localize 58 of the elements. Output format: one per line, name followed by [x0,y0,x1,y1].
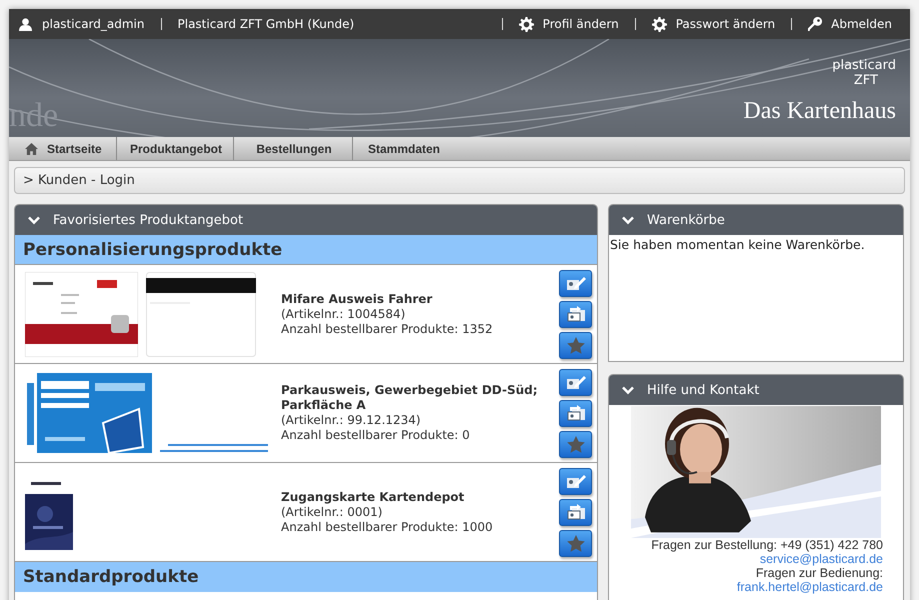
product-name: Zugangskarte Kartendepot [281,490,466,504]
chevron-icon[interactable] [622,386,634,394]
panel-title: Warenkörbe [647,212,725,228]
article-number: (Artikelnr.: 1004584) [281,306,406,322]
help-text: Fragen zur Bedienung: [754,566,883,580]
breadcrumb: > Kunden - Login [14,167,905,194]
id-card-arrow-icon [566,405,586,421]
star-icon [566,436,584,452]
product-count: Anzahl bestellbarer Produkte: 0 [281,428,471,443]
product-count: Anzahl bestellbarer Produkte: 1000 [281,520,494,534]
panel-title: Favorisiertes Produktangebot [53,212,244,228]
username: plasticard_admin [42,17,144,31]
nav-tab[interactable]: Produktangebot [117,137,234,160]
edit-button[interactable] [559,270,592,296]
favorite-button[interactable] [559,430,592,458]
favorite-button[interactable] [559,530,592,556]
logo-text: plasticard [832,59,896,72]
id-card-pencil-icon [566,473,586,489]
article-number: (Artikelnr.: 0001) [281,504,384,520]
gear-icon [518,16,534,32]
id-card-pencil-icon [566,374,586,390]
panel-title: Hilfe und Kontakt [647,382,760,398]
nav-tab[interactable]: Startseite [9,137,117,160]
help-text: Fragen zur Bestellung: +49 (351) 422 780 [651,538,883,552]
account-link[interactable]: Passwort ändern [676,17,776,31]
logo-tagline: Das Kartenhaus [743,99,896,123]
key-icon [808,17,822,31]
chevron-icon[interactable] [28,216,40,224]
order-button[interactable] [559,400,592,426]
star-icon [566,336,584,354]
email-link[interactable]: service@plasticard.de [760,552,883,566]
nav-tab[interactable]: Bestellungen [234,137,353,160]
star-icon [566,534,584,552]
home-icon [25,142,38,154]
id-card-arrow-icon [566,306,586,322]
edit-button[interactable] [559,368,592,396]
logo-text: ZFT [854,74,878,87]
company-name: Plasticard ZFT GmbH (Kunde) [178,17,354,31]
nav-tab[interactable]: Stammdaten [353,137,453,160]
id-card-arrow-icon [566,504,586,520]
logout-link[interactable]: Abmelden [831,17,892,31]
edit-button[interactable] [559,468,592,494]
chevron-icon[interactable] [622,216,634,224]
account-link[interactable]: Profil ändern [542,17,619,31]
gear-icon [652,16,667,32]
product-name: Parkausweis, Gewerbegebiet DD-Süd; Parkfläche A [281,383,539,413]
section-header: Personalisierungsprodukte [15,235,597,265]
user-icon [19,18,32,30]
product-name: Mifare Ausweis Fahrer [281,292,434,306]
order-button[interactable] [559,498,592,526]
email-link[interactable]: frank.hertel@plasticard.de [736,580,883,594]
product-count: Anzahl bestellbarer Produkte: 1352 [281,322,494,336]
order-button[interactable] [559,300,592,328]
id-card-pencil-icon [566,275,586,291]
section-header: Standardprodukte [15,562,597,592]
empty-message: Sie haben momentan keine Warenkörbe. [610,237,865,252]
favorite-button[interactable] [559,332,592,358]
article-number: (Artikelnr.: 99.12.1234) [281,413,422,428]
